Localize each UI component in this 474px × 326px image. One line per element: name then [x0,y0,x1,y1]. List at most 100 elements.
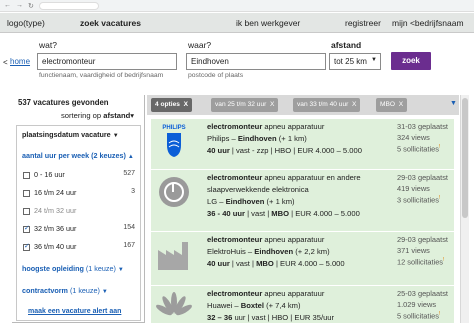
filter-panel: 537 vacatures gevonden sortering op afst… [12,95,145,323]
chip-hours-25-32[interactable]: van 25 t/m 32 uur X [211,98,279,112]
job-title[interactable]: electromonteur apneu apparatuur [207,289,324,298]
job-views: 371 views [397,246,430,255]
distance-select[interactable]: tot 25 km ▼ [329,53,381,70]
job-title[interactable]: electromonteur apneu apparatuur [207,235,324,244]
filter-date-label: plaatsingsdatum vacature [22,130,111,139]
filter-date-header[interactable]: plaatsingsdatum vacature ▼ [22,130,119,139]
checkbox[interactable] [23,171,30,179]
where-input[interactable]: Eindhoven [186,53,326,70]
filter-hours-option[interactable]: 24 t/m 32 uur [23,206,135,215]
nav-search-vacancies[interactable]: zoek vacatures [80,18,141,28]
job-title[interactable]: electromonteur apneu apparatuur [207,122,324,131]
job-card[interactable]: PHILIPS electromonteur apneu apparatuur Ph… [151,118,454,169]
filter-contract-header[interactable]: contractvorm (1 keuze) ▼ [22,286,108,295]
where-label: waar? [188,40,212,50]
search-button[interactable]: zoek [391,52,431,70]
chip-options[interactable]: 4 opties X [151,98,192,112]
checkbox[interactable] [23,207,30,215]
filter-option-count: 154 [123,224,135,231]
filter-option-label: 16 t/m 24 uur [34,188,77,197]
job-alert-link[interactable]: maak een vacature alert aan [28,308,121,315]
chevron-down-icon: ▼ [101,289,108,295]
job-date: 29-03 geplaatst [397,173,448,182]
job-company: LG – Eindhoven (+ 1 km) [207,197,295,206]
job-title-line2: slaapverwekkende elektronica [207,185,309,194]
job-company: Philips – Eindhoven (+ 1 km) [207,134,307,143]
filter-option-count: 167 [123,242,135,249]
filter-hours-header[interactable]: aantal uur per week (2 keuzes) ▲ [22,151,134,160]
chip-mbo[interactable]: MBO X [376,98,408,112]
back-icon[interactable]: ← [4,2,11,9]
nav-account[interactable]: mijn <bedrijfsnaam [392,18,464,28]
what-input[interactable]: electromonteur [37,53,177,70]
job-card[interactable]: electromonteur apneu apparatuur ElektroHu… [151,231,454,285]
factory-logo [155,236,193,270]
info-icon: ! [438,144,441,150]
where-hint: postcode of plaats [188,72,244,79]
job-title[interactable]: electromonteur apneu apparatuur en ander… [207,173,361,182]
chevron-down-icon: ▼ [371,57,377,63]
sort-control[interactable]: sortering op afstand▾ [61,111,134,120]
job-applications: 5 sollicitaties! [397,311,441,321]
filter-hours-option[interactable]: 36 t/m 40 uur 167 [23,242,135,251]
job-date: 31-03 geplaatst [397,122,448,131]
what-label: wat? [39,40,57,50]
job-views: 419 views [397,184,430,193]
close-icon[interactable]: X [184,101,188,108]
forward-icon[interactable]: → [16,2,23,9]
job-applications: 3 sollicitaties! [397,195,441,205]
huawei-logo [155,290,193,323]
checkbox[interactable] [23,189,30,197]
sort-value: afstand [103,111,131,120]
filter-education-header[interactable]: hoogste opleiding (1 keuze) ▼ [22,264,124,273]
chip-label: MBO [380,101,396,108]
address-bar[interactable] [38,1,99,10]
lg-logo: LG [155,174,193,208]
close-icon[interactable]: X [399,101,403,108]
chevron-down-icon: ▼ [117,267,124,273]
checkbox-checked[interactable] [23,224,30,233]
job-details: 40 uur | vast - zzp | HBO | EUR 4.000 – … [207,146,362,155]
job-views: 324 views [397,133,430,142]
close-icon[interactable]: X [352,101,356,108]
filter-education-badge: (1 keuze) [85,264,116,273]
filter-box: plaatsingsdatum vacature ▼ aantal uur pe… [16,125,141,321]
filter-hours-badge: (2 keuzes) [91,151,126,160]
chevron-down-icon[interactable]: ▼ [450,100,457,107]
filter-hours-label: aantal uur per week [22,151,90,160]
nav-register[interactable]: registreer [345,18,381,28]
reload-icon[interactable]: ↻ [28,2,34,10]
filter-education-label: hoogste opleiding [22,264,84,273]
job-applications: 12 sollicitaties! [397,257,445,267]
scrollbar-thumb[interactable] [462,98,468,218]
sort-label: sortering op [61,111,104,120]
job-card[interactable]: electromonteur apneu apparatuur Huawei – … [151,285,454,323]
info-icon: ! [438,311,441,317]
filter-hours-option[interactable]: 32 t/m 36 uur 154 [23,224,135,233]
what-hint: functienaam, vaardigheid of bedrijfsnaam [39,72,164,79]
distance-label: afstand [331,40,362,50]
close-icon[interactable]: X [270,101,274,108]
job-card[interactable]: LG electromonteur apneu apparatuur en and… [151,169,454,231]
nav-employer[interactable]: ik ben werkgever [236,18,300,28]
search-bar: < home wat? electromonteur functienaam, … [0,36,474,91]
filter-contract-badge: (1 keuze) [69,286,100,295]
chip-label: 4 opties [155,101,180,108]
home-link[interactable]: home [10,57,30,66]
job-details: 36 - 40 uur | vast | MBO | EUR 4.000 – 5… [207,209,360,218]
chip-label: van 25 t/m 32 uur [215,101,267,108]
chip-hours-33-40[interactable]: van 33 t/m 40 uur X [293,98,361,112]
info-icon: ! [438,195,441,201]
job-details: 40 uur | vast | MBO | EUR 4.000 – 5.000 [207,259,345,268]
job-views: 1.029 views [397,300,437,309]
filter-hours-option[interactable]: 0 - 16 uur 527 [23,170,135,179]
logo[interactable]: logo(type) [7,18,45,28]
checkbox-checked[interactable] [23,242,30,251]
scrollbar[interactable] [460,95,469,323]
filter-option-label: 32 t/m 36 uur [34,224,77,233]
chip-label: van 33 t/m 40 uur [297,101,349,108]
job-date: 29-03 geplaatst [397,235,448,244]
filter-contract-label: contractvorm [22,286,68,295]
filter-hours-option[interactable]: 16 t/m 24 uur 3 [23,188,135,197]
job-company: Huawei – Boxtel (+ 7,4 km) [207,301,301,310]
